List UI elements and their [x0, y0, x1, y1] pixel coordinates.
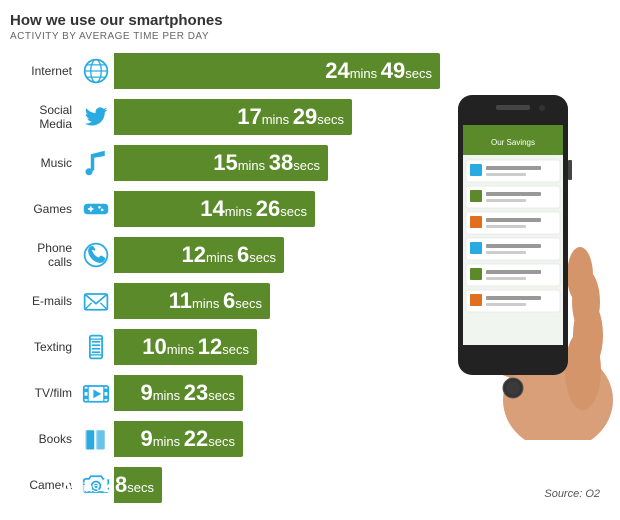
bar-label: 24mins 49secs	[325, 58, 432, 84]
row-icon	[78, 379, 114, 407]
row-label: Games	[10, 202, 78, 216]
row-label: Books	[10, 432, 78, 446]
bar: 24mins 49secs	[114, 53, 440, 89]
chart-area: Internet 24mins 49secs Social Media 17mi…	[10, 50, 610, 506]
bar-label: 15mins 38secs	[213, 150, 320, 176]
row-icon	[78, 195, 114, 223]
bar-label: 9mins 22secs	[140, 426, 235, 452]
bar-label: 3mins 28secs	[59, 472, 154, 498]
bar: 11mins 6secs	[114, 283, 270, 319]
row-label: Social Media	[10, 103, 78, 132]
bar: 15mins 38secs	[114, 145, 328, 181]
row-icon	[78, 103, 114, 131]
bar: 10mins 12secs	[114, 329, 257, 365]
bar-label: 11mins 6secs	[169, 288, 262, 314]
row-label: E-mails	[10, 294, 78, 308]
bar-label: 9mins 23secs	[140, 380, 235, 406]
bar: 9mins 23secs	[114, 375, 243, 411]
svg-text:Our Savings: Our Savings	[491, 138, 535, 147]
main-title: How we use our smartphones	[10, 12, 610, 29]
bar: 12mins 6secs	[114, 237, 284, 273]
row-icon	[78, 57, 114, 85]
row-icon	[78, 287, 114, 315]
row-icon	[78, 425, 114, 453]
row-label: Texting	[10, 340, 78, 354]
row-icon	[78, 149, 114, 177]
row-icon	[78, 333, 114, 361]
bar-label: 10mins 12secs	[142, 334, 249, 360]
bar: 14mins 26secs	[114, 191, 315, 227]
bar-label: 14mins 26secs	[200, 196, 307, 222]
bar-label: 12mins 6secs	[181, 242, 276, 268]
row-label: Music	[10, 156, 78, 170]
row-label: TV/film	[10, 386, 78, 400]
source-text: Source: O2	[544, 488, 600, 500]
row-label: Internet	[10, 64, 78, 78]
bar: 9mins 22secs	[114, 421, 243, 457]
phone-image: Our Savings	[428, 80, 618, 440]
row-label: Phone calls	[10, 241, 78, 270]
subtitle: ACTIVITY BY AVERAGE TIME PER DAY	[10, 31, 610, 42]
main-container: How we use our smartphones ACTIVITY BY A…	[0, 0, 620, 520]
row-bar-cell: 3mins 28secs	[114, 467, 610, 503]
row-icon	[78, 241, 114, 269]
bar: 17mins 29secs	[114, 99, 352, 135]
bar-label: 17mins 29secs	[237, 104, 344, 130]
bar: 3mins 28secs	[114, 467, 162, 503]
